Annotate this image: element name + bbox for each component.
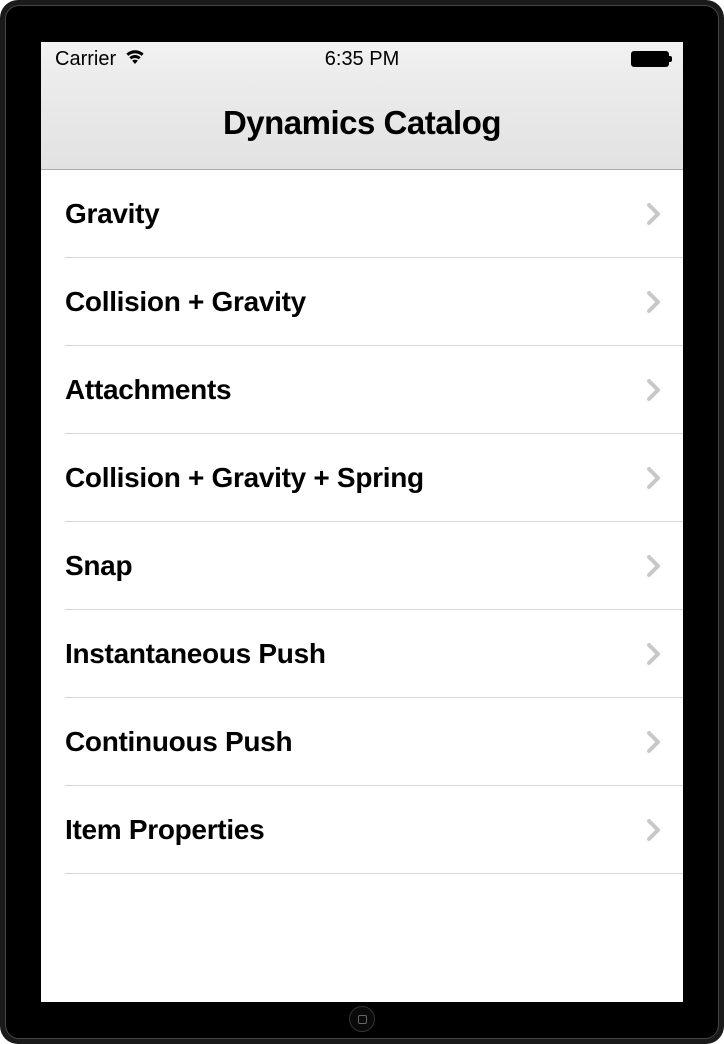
table-row-continuous-push[interactable]: Continuous Push xyxy=(41,698,683,786)
table-row-collision-gravity-spring[interactable]: Collision + Gravity + Spring xyxy=(41,434,683,522)
table-row-gravity[interactable]: Gravity xyxy=(41,170,683,258)
table-row-snap[interactable]: Snap xyxy=(41,522,683,610)
chevron-right-icon xyxy=(647,290,661,314)
chevron-right-icon xyxy=(647,554,661,578)
table-row-attachments[interactable]: Attachments xyxy=(41,346,683,434)
cell-label: Attachments xyxy=(65,374,231,406)
cell-label: Collision + Gravity xyxy=(65,286,306,318)
carrier-label: Carrier xyxy=(55,48,116,71)
screen: Carrier 6:35 PM Dynamics Catalog xyxy=(41,42,683,1002)
chevron-right-icon xyxy=(647,730,661,754)
battery-icon xyxy=(631,51,669,67)
chevron-right-icon xyxy=(647,378,661,402)
status-bar-right xyxy=(631,51,669,67)
wifi-icon xyxy=(124,48,146,71)
cell-label: Gravity xyxy=(65,198,159,230)
page-title: Dynamics Catalog xyxy=(223,104,501,142)
cell-label: Continuous Push xyxy=(65,726,292,758)
home-button-icon xyxy=(358,1015,367,1024)
home-button[interactable] xyxy=(349,1006,375,1032)
status-bar: Carrier 6:35 PM xyxy=(41,42,683,76)
chevron-right-icon xyxy=(647,202,661,226)
status-bar-time: 6:35 PM xyxy=(325,48,399,71)
cell-label: Item Properties xyxy=(65,814,264,846)
ipad-device-frame: Carrier 6:35 PM Dynamics Catalog xyxy=(0,0,724,1044)
cell-label: Collision + Gravity + Spring xyxy=(65,462,424,494)
table-view[interactable]: Gravity Collision + Gravity Attachments xyxy=(41,170,683,874)
status-bar-left: Carrier xyxy=(55,48,146,71)
ipad-bezel: Carrier 6:35 PM Dynamics Catalog xyxy=(5,5,719,1039)
cell-label: Snap xyxy=(65,550,132,582)
navigation-bar: Dynamics Catalog xyxy=(41,76,683,170)
table-row-item-properties[interactable]: Item Properties xyxy=(41,786,683,874)
table-row-instantaneous-push[interactable]: Instantaneous Push xyxy=(41,610,683,698)
chevron-right-icon xyxy=(647,466,661,490)
chevron-right-icon xyxy=(647,818,661,842)
cell-label: Instantaneous Push xyxy=(65,638,326,670)
table-row-collision-gravity[interactable]: Collision + Gravity xyxy=(41,258,683,346)
chevron-right-icon xyxy=(647,642,661,666)
